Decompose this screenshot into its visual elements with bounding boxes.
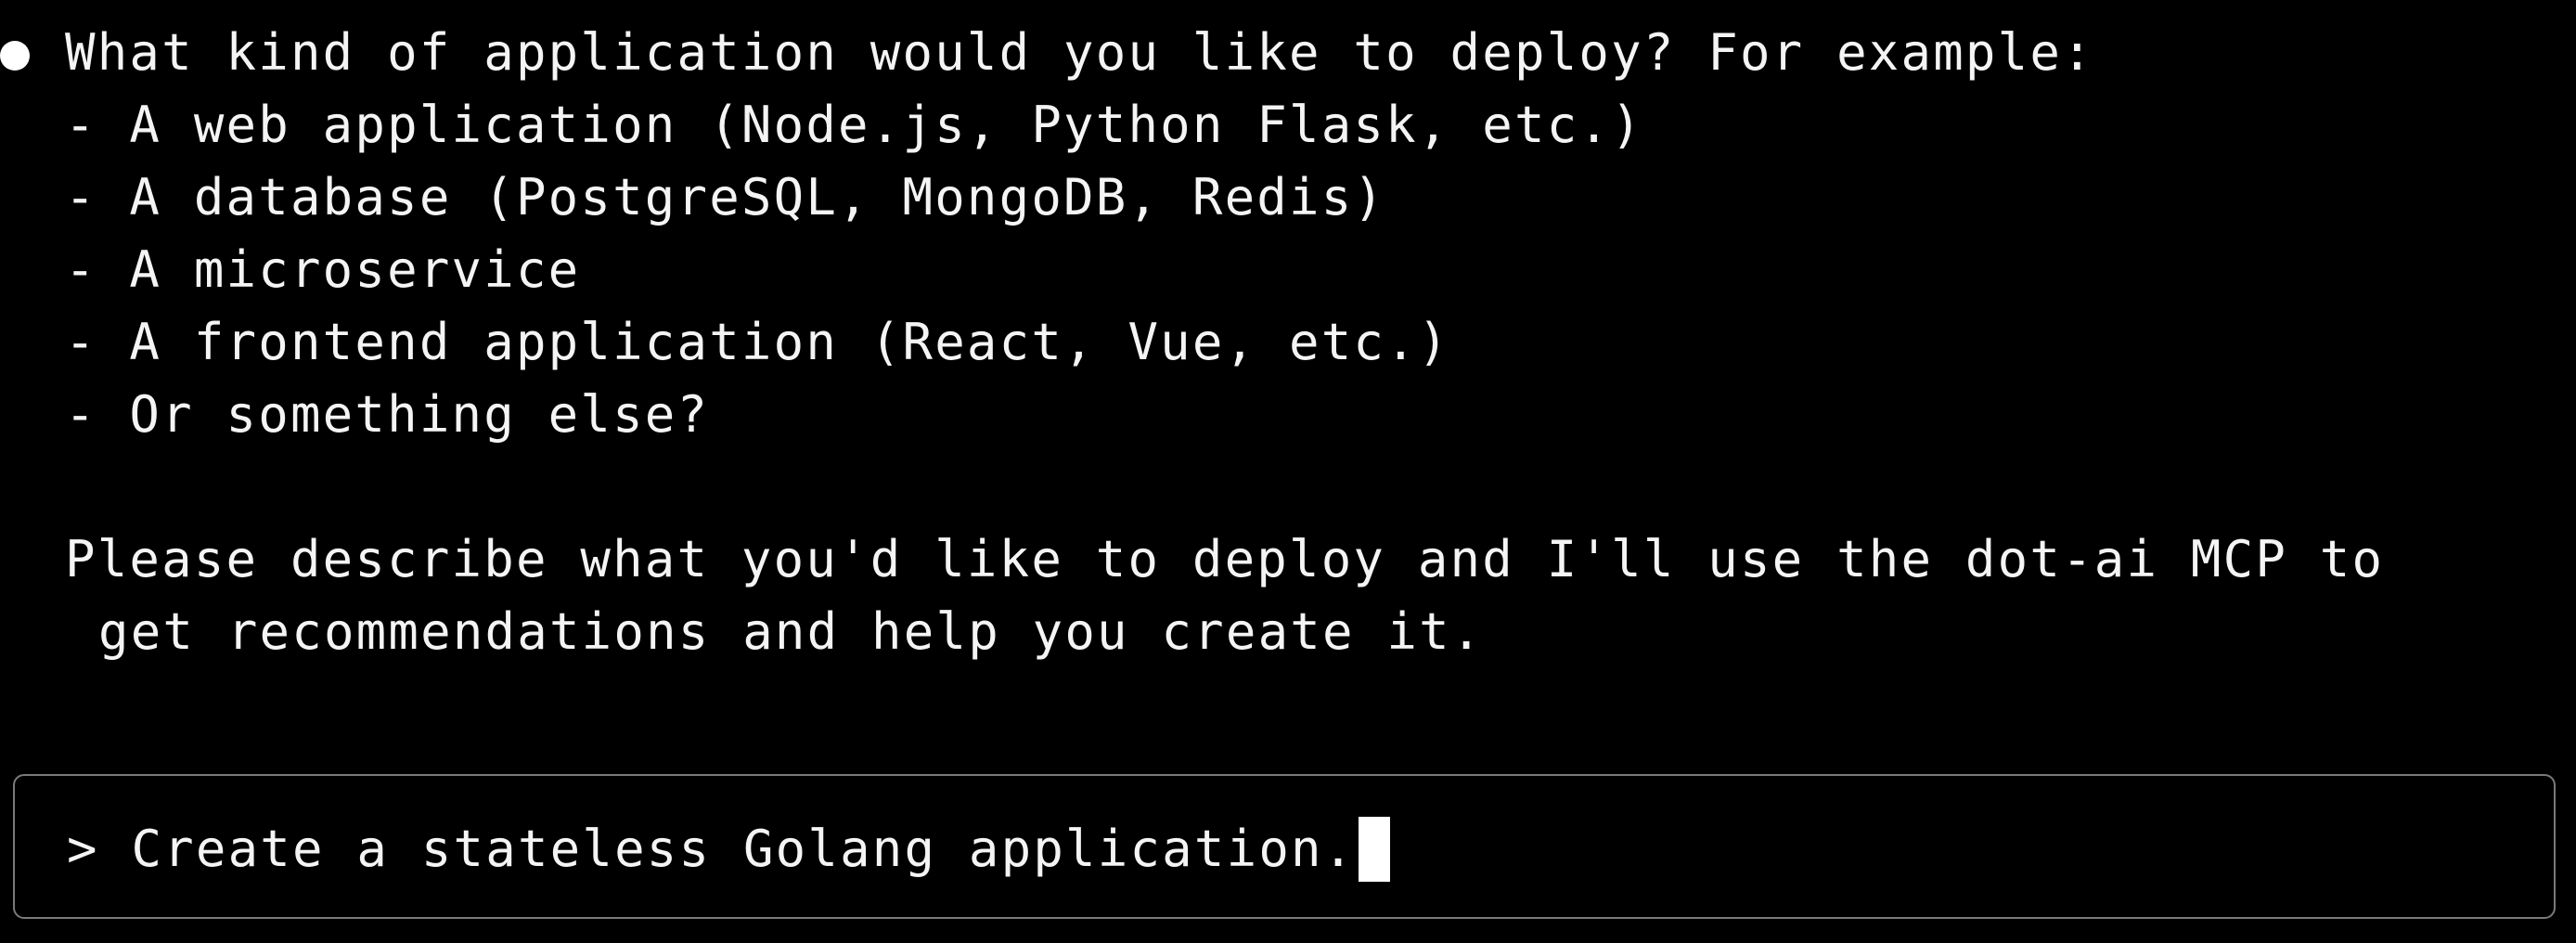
prompt-gap <box>99 813 132 885</box>
prompt-row[interactable]: > Create a stateless Golang application. <box>67 813 1391 885</box>
message-text: - A microservice <box>65 240 581 299</box>
message-text: - Or something else? <box>65 385 710 444</box>
terminal-window: What kind of application would you like … <box>0 0 2576 943</box>
prompt-input-box[interactable]: > Create a stateless Golang application. <box>13 774 2556 919</box>
message-text: - A frontend application (React, Vue, et… <box>65 313 1450 371</box>
message-line: - A microservice <box>0 234 2576 306</box>
text-cursor <box>1359 817 1391 882</box>
message-text: - A database (PostgreSQL, MongoDB, Redis… <box>65 168 1386 226</box>
message-line: - Or something else? <box>0 379 2576 451</box>
assistant-message: What kind of application would you like … <box>0 17 2576 668</box>
message-text: Please describe what you'd like to deplo… <box>65 530 2385 588</box>
message-line: get recommendations and help you create … <box>0 596 2576 668</box>
message-line: What kind of application would you like … <box>0 17 2576 89</box>
bullet-icon <box>0 41 30 71</box>
prompt-input-text[interactable]: Create a stateless Golang application. <box>131 813 1355 885</box>
message-line: Please describe what you'd like to deplo… <box>0 523 2576 596</box>
message-text: - A web application (Node.js, Python Fla… <box>65 96 1643 154</box>
prompt-symbol: > <box>67 820 99 878</box>
message-text: get recommendations and help you create … <box>98 602 1484 661</box>
message-line: - A database (PostgreSQL, MongoDB, Redis… <box>0 161 2576 234</box>
message-text: What kind of application would you like … <box>65 23 2094 82</box>
message-line: - A web application (Node.js, Python Fla… <box>0 89 2576 161</box>
message-line: - A frontend application (React, Vue, et… <box>0 306 2576 379</box>
